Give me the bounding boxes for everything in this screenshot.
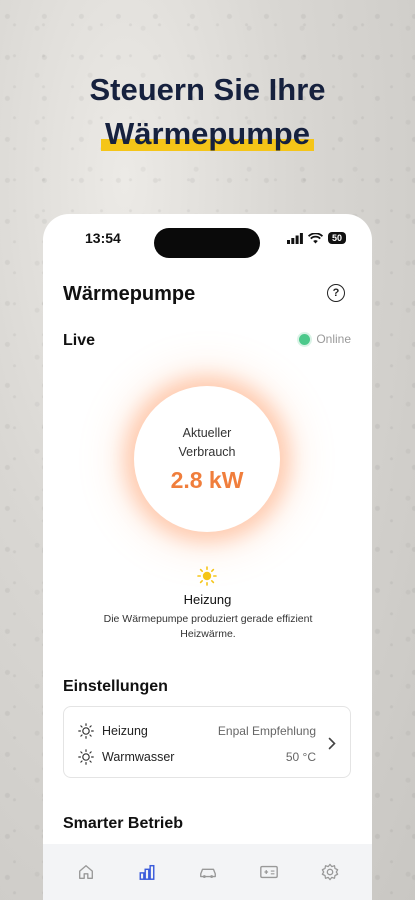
settings-row-label: Warmwasser (102, 750, 175, 764)
settings-row-value: 50 °C (285, 750, 316, 764)
tab-bar (43, 844, 372, 900)
car-icon[interactable] (195, 859, 221, 885)
sun-icon (197, 566, 217, 586)
dynamic-island (154, 228, 260, 258)
online-dot-icon (299, 333, 311, 345)
sun-icon (78, 749, 94, 765)
gauge-label-line2: Verbrauch (178, 445, 236, 459)
settings-row-warmwasser[interactable]: Warmwasser 50 °C (78, 747, 316, 767)
gauge-label-line1: Aktueller (182, 426, 232, 440)
sun-icon (78, 723, 94, 739)
smart-heading: Smarter Betrieb (63, 815, 184, 832)
home-icon[interactable] (73, 859, 99, 885)
status-bar: 13:54 50 (43, 228, 372, 258)
gauge-label: Aktueller Verbrauch (179, 424, 236, 462)
phone-screen: 13:54 50 Wärmepumpe ? Live Online Aktuel… (43, 214, 372, 900)
gauge-value: 2.8 kW (170, 467, 244, 493)
status-icons: 50 (286, 232, 346, 244)
mode-label: Heizung (183, 592, 232, 607)
headline-line1: Steuern Sie Ihre (89, 72, 326, 107)
consumption-gauge: Aktueller Verbrauch 2.8 kW (134, 386, 280, 532)
online-label: Online (316, 332, 351, 346)
settings-row-label: Heizung (102, 724, 148, 738)
mode-description: Die Wärmepumpe produziert gerade effizie… (103, 613, 313, 640)
question-circle-icon[interactable]: ? (327, 284, 345, 302)
headline-line2: Wärmepumpe (101, 112, 314, 156)
settings-card[interactable]: Heizung Enpal Empfehlung Warmwasser 50 °… (63, 706, 351, 778)
live-heading: Live (63, 332, 96, 349)
battery-indicator: 50 (327, 232, 346, 244)
chevron-right-icon[interactable] (328, 737, 336, 750)
status-badge: Online (299, 332, 351, 346)
wallet-icon[interactable] (256, 859, 282, 885)
settings-row-heizung[interactable]: Heizung Enpal Empfehlung (78, 721, 316, 741)
promo-headline: Steuern Sie Ihre Wärmepumpe (0, 68, 415, 156)
settings-icon[interactable] (317, 859, 343, 885)
wifi-icon (307, 232, 323, 243)
chart-icon[interactable] (134, 859, 160, 885)
status-time: 13:54 (85, 230, 121, 246)
page-title: Wärmepumpe (63, 283, 196, 305)
settings-heading: Einstellungen (63, 678, 168, 695)
signal-icon (286, 232, 303, 244)
settings-row-value: Enpal Empfehlung (217, 724, 316, 738)
